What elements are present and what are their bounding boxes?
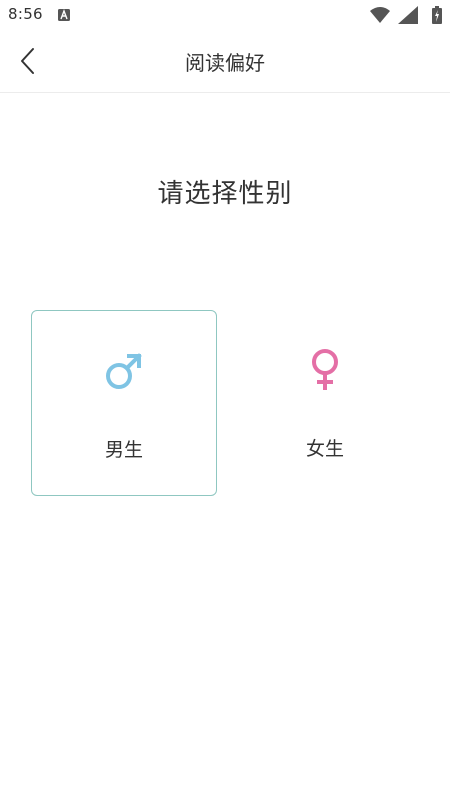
status-time: 8:56 xyxy=(8,5,43,23)
female-symbol-icon xyxy=(312,349,338,390)
page-title: 阅读偏好 xyxy=(185,51,265,75)
battery-icon xyxy=(432,6,442,24)
male-option-label: 男生 xyxy=(104,439,143,461)
status-bar: 8:56 xyxy=(0,0,450,30)
cell-signal-icon xyxy=(398,6,418,24)
female-option[interactable]: 女生 xyxy=(232,310,418,496)
screen: 8:56 阅读偏好 请选择性别 男生 女生 xyxy=(0,0,450,800)
gender-prompt: 请选择性别 xyxy=(157,179,293,209)
female-option-label: 女生 xyxy=(305,438,344,460)
male-option[interactable]: 男生 xyxy=(31,310,217,496)
male-symbol-icon xyxy=(106,353,142,389)
wifi-icon xyxy=(370,7,390,23)
a-icon xyxy=(58,9,70,21)
header: 阅读偏好 xyxy=(0,30,450,93)
